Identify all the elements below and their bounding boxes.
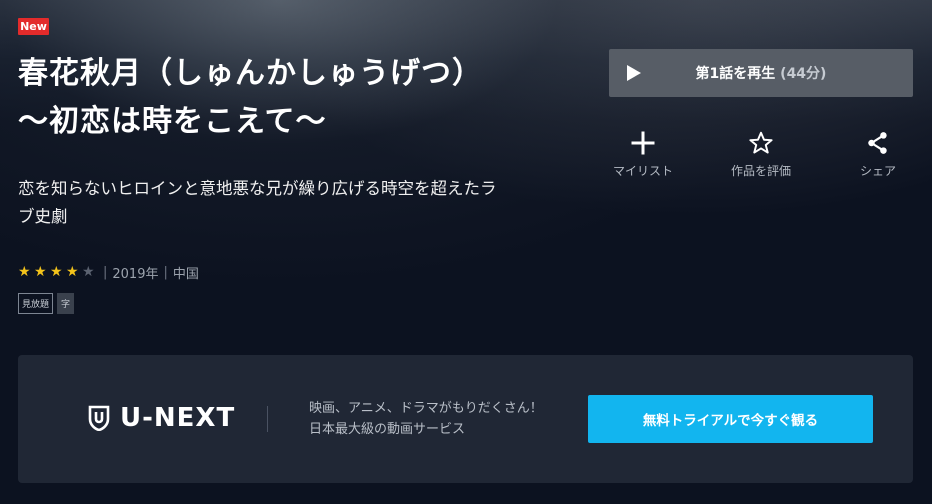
plus-icon (631, 131, 655, 155)
rate-button[interactable]: 作品を評価 (716, 130, 806, 179)
share-icon (868, 132, 887, 154)
play-episode-button[interactable]: 第1話を再生 (44分) (609, 49, 913, 97)
free-trial-button[interactable]: 無料トライアルで今すぐ観る (588, 395, 873, 443)
rating-stars: ★ ★ ★ ★ ★ (18, 264, 98, 280)
promo-divider (267, 406, 268, 432)
meta-separator: | (103, 264, 108, 280)
description: 恋を知らないヒロインと意地悪な兄が繰り広げる時空を超えたラブ史劇 (18, 179, 497, 226)
logo-text: U-NEXT (120, 403, 236, 433)
rate-label: 作品を評価 (730, 164, 791, 178)
star-filled-icon: ★ (18, 264, 31, 280)
star-filled-icon: ★ (34, 264, 47, 280)
unlimited-tag: 見放題 (18, 293, 54, 314)
meta-separator: | (163, 264, 168, 280)
star-filled-icon: ★ (50, 264, 63, 280)
new-badge: New (18, 18, 49, 35)
play-button-label: 第1話を再生 (44分) (695, 66, 827, 82)
mylist-button[interactable]: マイリスト (598, 130, 688, 179)
release-year: 2019年 (112, 266, 159, 282)
share-button[interactable]: シェア (833, 130, 923, 179)
unext-logo: U-NEXT (88, 403, 235, 433)
tag-list: 見放題 字 (18, 293, 75, 314)
share-label: シェア (859, 164, 896, 178)
country: 中国 (172, 266, 199, 282)
star-outline-icon (749, 131, 773, 154)
promo-banner: U-NEXT 映画、アニメ、ドラマがもりだくさん！ 日本最大級の動画サービス 無… (18, 355, 913, 483)
star-filled-icon: ★ (66, 264, 79, 280)
promo-text: 映画、アニメ、ドラマがもりだくさん！ 日本最大級の動画サービス (309, 398, 543, 440)
mylist-label: マイリスト (612, 164, 673, 178)
star-empty-icon: ★ (82, 264, 95, 280)
page-title: 春花秋月（しゅんかしゅうげつ） ～初恋は時をこえて～ (18, 56, 499, 139)
play-duration: (44分) (780, 66, 827, 82)
subtitle-tag: 字 (57, 293, 75, 314)
promo-line-1: 映画、アニメ、ドラマがもりだくさん！ (309, 401, 543, 416)
promo-line-2: 日本最大級の動画サービス (309, 422, 466, 437)
shield-icon (88, 405, 110, 431)
meta-row: ★ ★ ★ ★ ★ | 2019年 | 中国 (18, 263, 199, 282)
